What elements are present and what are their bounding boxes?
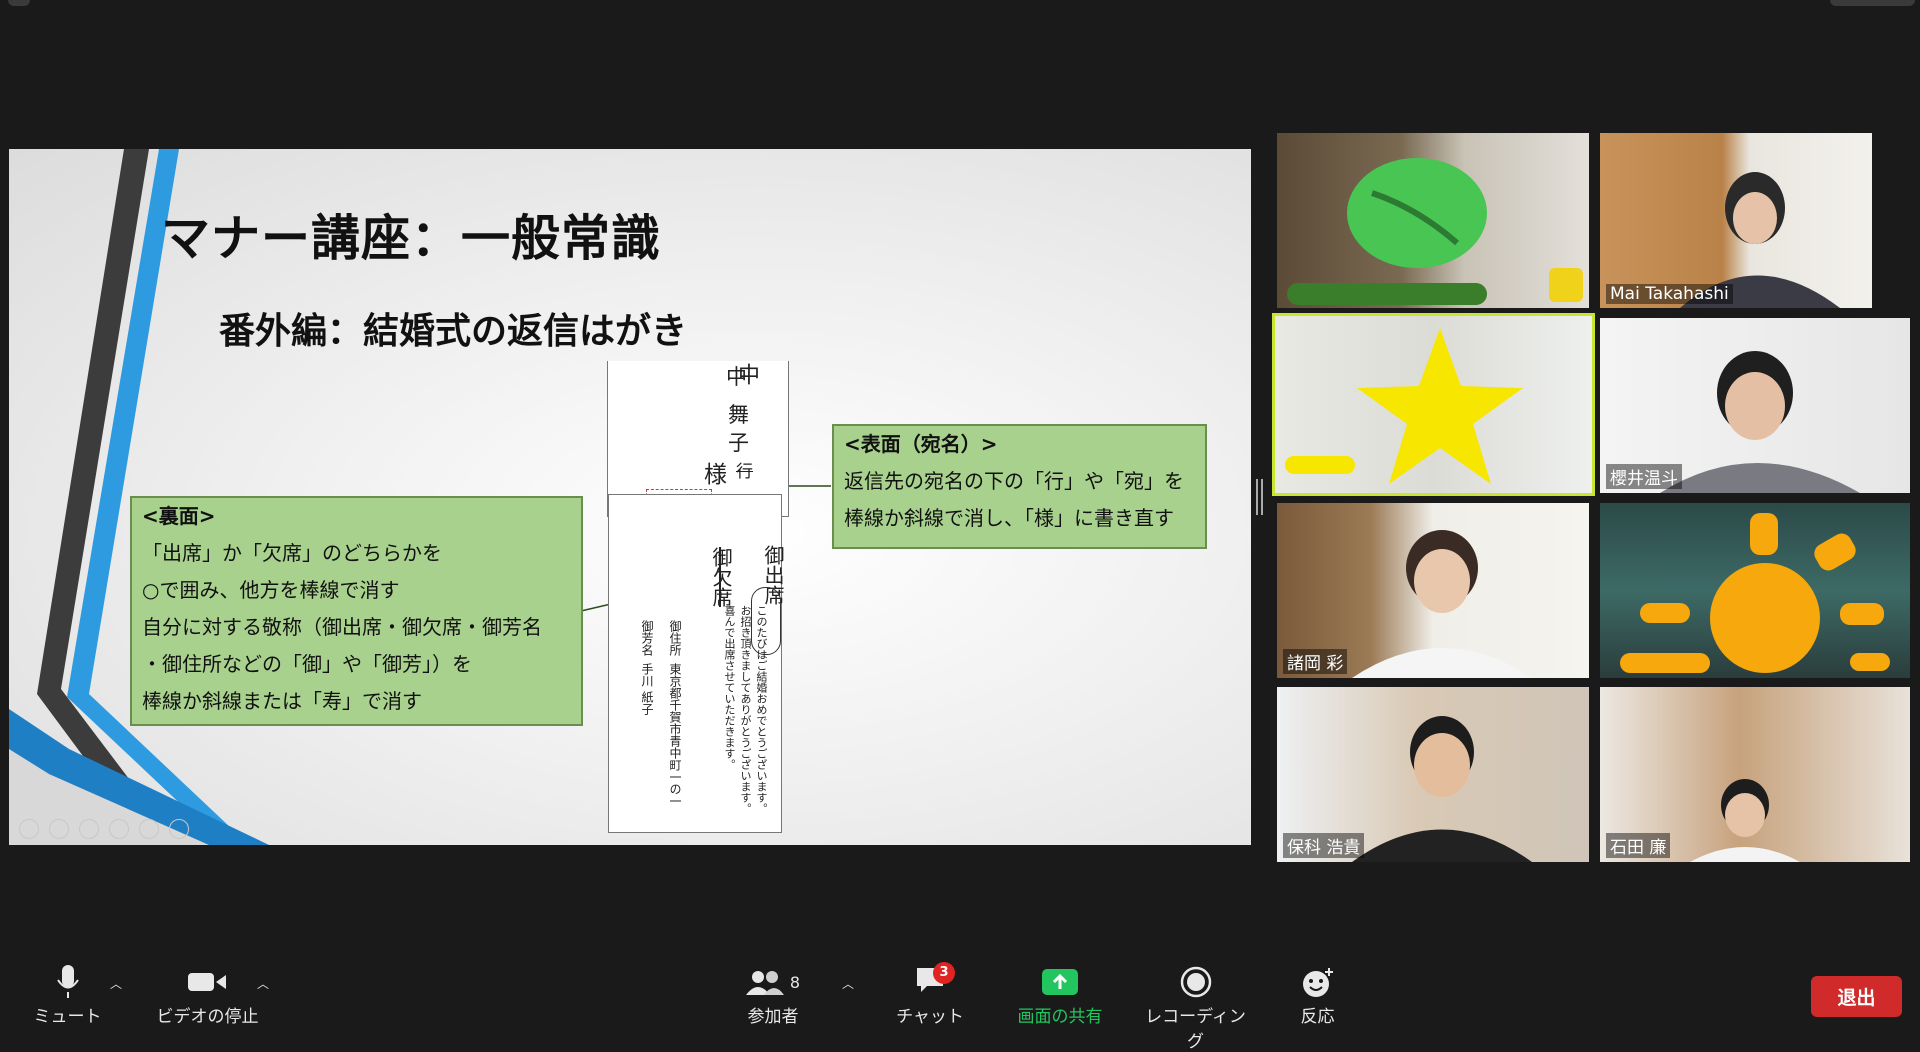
panel-splitter-handle[interactable] <box>1256 479 1263 515</box>
back-callout-line: 自分に対する敬称（御出席・御欠席・御芳名 <box>142 615 542 639</box>
participant-name: 保科 浩貴 <box>1283 833 1365 858</box>
participant-name: Mai Takahashi <box>1606 284 1733 304</box>
participant-tile[interactable] <box>1600 503 1910 678</box>
chat-label: チャット <box>896 1007 964 1027</box>
slide-title: マナー講座：一般常識 <box>161 210 662 267</box>
address-label: 御住所 <box>668 620 682 656</box>
participants-button[interactable]: 8 参加者 <box>738 962 808 1027</box>
leave-meeting-button[interactable]: 退出 <box>1811 976 1902 1017</box>
video-camera-icon <box>187 973 226 991</box>
message-text: このたびはご結婚おめでとうございます。お招き頂きましてありがとうございます。喜ん… <box>723 605 768 814</box>
reaction-smiley-icon <box>1302 968 1333 997</box>
addressee-char-3: 子 <box>728 431 749 455</box>
participant-tile[interactable]: 諸岡 彩 <box>1277 503 1589 678</box>
participant-count: 8 <box>789 972 801 992</box>
slide-controls <box>19 819 189 839</box>
back-side-callout: <裏面> 「出席」か「欠席」のどちらかを ○で囲み、他方を棒線で消す 自分に対す… <box>130 496 583 726</box>
slides-grid-icon[interactable] <box>109 819 129 839</box>
addressee-char-2: 舞 <box>728 403 749 427</box>
front-callout-heading: <表面（宛名）> <box>844 432 998 456</box>
participants-icon <box>745 971 784 995</box>
address-value: 東京都千賀市青中町一の一 <box>668 663 682 807</box>
participants-options-chevron-up-icon[interactable]: ︿ <box>842 975 854 992</box>
record-icon <box>1180 966 1211 998</box>
back-callout-line: 棒線か斜線または「寿」で消す <box>142 689 422 713</box>
postcard-back: 御出席 御欠席 このたびはご結婚おめでとうございます。お招き頂きましてありがとう… <box>608 494 785 833</box>
stop-video-label: ビデオの停止 <box>156 1007 259 1027</box>
top-left-handle <box>8 0 30 6</box>
prev-slide-icon[interactable] <box>19 819 39 839</box>
share-screen-label: 画面の共有 <box>1017 1007 1103 1027</box>
reactions-label: 反応 <box>1300 1007 1335 1027</box>
mute-label: ミュート <box>33 1007 102 1027</box>
participants-label: 参加者 <box>747 1007 799 1027</box>
addressee-honorific: 様 <box>704 462 727 488</box>
back-callout-line: ○で囲み、他方を棒線で消す <box>142 578 400 602</box>
record-label: レコーディング <box>1145 1007 1246 1052</box>
reactions-button[interactable]: 反応 <box>1290 962 1345 1027</box>
participant-tile[interactable]: 石田 廉 <box>1600 687 1910 862</box>
back-callout-heading: <裏面> <box>142 504 216 528</box>
star-sticker <box>1285 328 1523 484</box>
crossed-gyo: 行 <box>736 462 753 482</box>
video-options-chevron-up-icon[interactable]: ︿ <box>257 975 269 992</box>
participant-tile[interactable]: 保科 浩貴 <box>1277 687 1589 862</box>
microphone-icon <box>56 965 79 998</box>
share-screen-button[interactable]: 画面の共有 <box>1010 962 1110 1027</box>
audio-options-chevron-up-icon[interactable]: ︿ <box>110 975 122 992</box>
zoom-icon[interactable] <box>139 819 159 839</box>
participant-name: 石田 廉 <box>1606 833 1671 858</box>
next-slide-icon[interactable] <box>49 819 69 839</box>
chat-unread-badge: 3 <box>933 961 955 984</box>
participant-tile[interactable]: 櫻井温斗 <box>1600 318 1910 493</box>
participant-name: 諸岡 彩 <box>1283 649 1348 674</box>
sun-sticker <box>1620 513 1890 673</box>
record-button[interactable]: レコーディング <box>1143 962 1248 1052</box>
pen-icon[interactable] <box>79 819 99 839</box>
name-value: 手川 紙子 <box>640 663 654 715</box>
back-callout-line: ・御住所などの「御」や「御芳」）を <box>142 652 472 676</box>
top-right-handle <box>1830 0 1915 6</box>
shared-slide: マナー講座：一般常識 番外編：結婚式の返信はがき 中 中 舞 子 様 行 御出席… <box>9 149 1251 845</box>
absent-text: 御欠席 <box>709 547 733 607</box>
slide-subtitle: 番外編：結婚式の返信はがき <box>219 311 688 352</box>
chat-button[interactable]: 3 チャット <box>895 961 965 1027</box>
stop-video-button[interactable]: ビデオの停止 <box>150 962 265 1027</box>
person-silhouette <box>1680 172 1840 308</box>
participant-tile[interactable] <box>1277 133 1589 308</box>
front-side-callout: <表面（宛名）> 返信先の宛名の下の「行」や「宛」を 棒線か斜線で消し、「様」に… <box>832 424 1207 549</box>
more-icon[interactable] <box>169 819 189 839</box>
mute-button[interactable]: ミュート <box>30 962 105 1027</box>
front-callout-line: 棒線か斜線で消し、「様」に書き直す <box>844 506 1174 530</box>
front-callout-line: 返信先の宛名の下の「行」や「宛」を <box>844 469 1184 493</box>
name-label: 御芳名 <box>640 620 654 656</box>
addressee-char-1: 中 <box>726 365 747 389</box>
participant-name: 櫻井温斗 <box>1606 464 1682 489</box>
share-screen-icon <box>1042 969 1078 995</box>
participant-tile-active-speaker[interactable] <box>1272 313 1595 496</box>
participant-tile[interactable]: Mai Takahashi <box>1600 133 1872 308</box>
leaf-sticker <box>1287 158 1583 305</box>
back-callout-line: 「出席」か「欠席」のどちらかを <box>142 541 442 565</box>
